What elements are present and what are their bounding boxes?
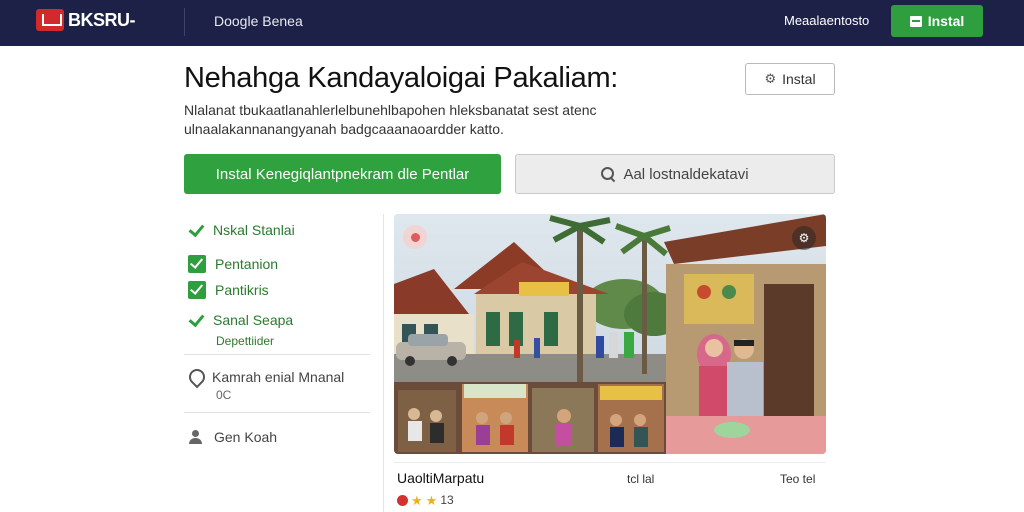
rating-badge-icon [397, 494, 408, 506]
page-title: Nehahga Kandayaloigai Pakaliam: [184, 62, 619, 94]
search-icon [601, 167, 615, 181]
checklist-item: Sanal Seapa [188, 312, 293, 328]
location-row[interactable]: Kamrah enial Mnanal [188, 369, 344, 385]
nav-right-link[interactable]: Meaalaentosto [784, 13, 869, 28]
navbar-divider [184, 8, 185, 36]
star-icon: ★ [411, 492, 423, 508]
top-navbar: BKSRU- Doogle Benea Meaalaentosto Instal [0, 0, 1024, 46]
favorite-icon[interactable] [403, 225, 427, 249]
location-pin-icon [188, 369, 202, 385]
rating-count: 13 [440, 493, 454, 507]
star-icon: ★ [425, 492, 438, 508]
search-button[interactable]: Aal lostnaldekatavi [515, 154, 835, 194]
checkbox-icon[interactable] [188, 281, 206, 299]
photo-illustration [394, 214, 826, 454]
checklist-item-label: Pantikris [215, 282, 269, 298]
primary-install-button[interactable]: Instal Kenegiqlantpnekram dle Pentlar [184, 154, 501, 194]
logo-icon [36, 9, 64, 31]
install-outline-label: Instal [782, 71, 816, 87]
host-row[interactable]: Gen Koah [188, 429, 277, 445]
checkbox-icon[interactable] [188, 255, 206, 273]
page-description: Nlalanat tbukaatlanahlerlelbunehlbapohen… [184, 101, 604, 139]
location-label: Kamrah enial Mnanal [212, 369, 345, 385]
host-label: Gen Koah [214, 429, 278, 445]
check-icon [188, 312, 204, 328]
brand-logo[interactable]: BKSRU- [36, 9, 136, 31]
card-meta: tcl lal [627, 472, 655, 486]
location-sub: 0C [216, 388, 232, 402]
listing-photo[interactable] [394, 214, 826, 454]
gear-icon: ⚙ [764, 71, 777, 86]
install-outline-button[interactable]: ⚙ Instal [745, 63, 835, 95]
checklist-item-label: Sanal Seapa [213, 312, 294, 328]
header-install-label: Instal [927, 13, 965, 29]
settings-icon[interactable]: ⚙ [792, 226, 816, 250]
checklist-item: Nskal Stanlai [188, 222, 295, 238]
nav-link[interactable]: Doogle Benea [214, 13, 303, 29]
search-button-label: Aal lostnaldekatavi [623, 165, 749, 183]
checklist-item-label: Pentanion [215, 256, 279, 272]
divider [184, 412, 370, 413]
checklist-item-label: Nskal Stanlai [213, 222, 295, 238]
card-title[interactable]: UaoltiMarpatu [397, 470, 484, 486]
header-install-button[interactable]: Instal [891, 5, 983, 37]
checklist-item[interactable]: Pentanion [188, 255, 278, 273]
card-meta-right: Teo tel [780, 472, 816, 486]
description-line-2: ulnaalakannanangyanah badgcaaanaoardder … [184, 121, 504, 137]
check-icon [188, 222, 204, 238]
logo-text: BKSRU- [68, 9, 136, 30]
card-divider [394, 462, 826, 463]
description-line-1: Nlalanat tbukaatlanahlerlelbunehlbapohen… [184, 102, 597, 118]
checklist-item-sub: Depettiider [216, 334, 275, 348]
checklist-item[interactable]: Pantikris [188, 281, 269, 299]
rating: ★ ★ 13 [397, 493, 454, 507]
column-divider [383, 214, 384, 512]
person-icon [188, 430, 204, 444]
install-icon [909, 15, 922, 27]
divider [184, 354, 370, 355]
